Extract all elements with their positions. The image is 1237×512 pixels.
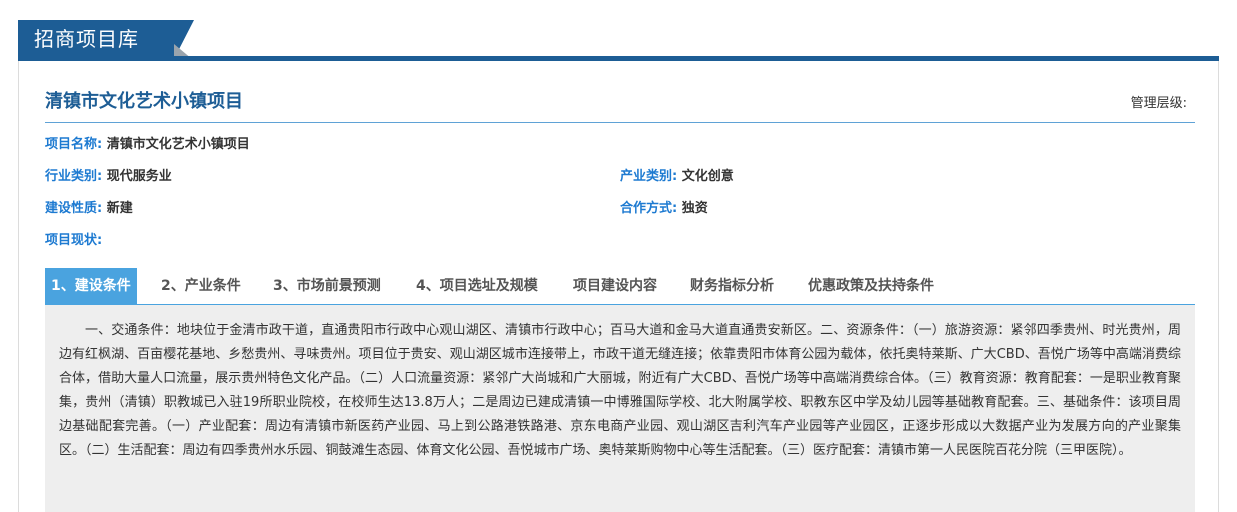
field-value: 现代服务业 xyxy=(106,169,172,184)
construction-conditions-text: 一、交通条件：地块位于金清市政干道，直通贵阳市行政中心观山湖区、清镇市行政中心；… xyxy=(59,323,1181,458)
tab-site-and-scale[interactable]: 4、项目选址及规模 xyxy=(416,268,538,304)
field-industry: 行业类别: 现代服务业 xyxy=(45,168,172,186)
header-title: 招商项目库 xyxy=(18,20,174,59)
tab-content-panel: 一、交通条件：地块位于金清市政干道，直通贵阳市行政中心观山湖区、清镇市行政中心；… xyxy=(45,305,1195,512)
page-title: 清镇市文化艺术小镇项目 xyxy=(45,91,243,112)
field-label: 行业类别: xyxy=(45,169,103,184)
field-product-category: 产业类别: 文化创意 xyxy=(620,168,734,186)
field-label: 项目名称: xyxy=(45,137,103,152)
field-value: 文化创意 xyxy=(681,169,734,184)
title-row: 清镇市文化艺术小镇项目 管理层级: xyxy=(45,89,1195,123)
field-value: 独资 xyxy=(681,201,708,216)
tab-financial-analysis[interactable]: 财务指标分析 xyxy=(690,268,774,304)
tab-industry-conditions[interactable]: 2、产业条件 xyxy=(161,268,241,304)
tab-construction-content[interactable]: 项目建设内容 xyxy=(573,268,657,304)
management-level-label: 管理层级: xyxy=(1130,96,1187,111)
header-bar: 招商项目库 xyxy=(18,0,1219,62)
field-cooperation-mode: 合作方式: 独资 xyxy=(620,200,708,218)
field-value: 清镇市文化艺术小镇项目 xyxy=(106,137,250,152)
field-project-status: 项目现状: xyxy=(45,232,102,250)
tab-construction-conditions[interactable]: 1、建设条件 xyxy=(45,268,137,304)
field-label: 项目现状: xyxy=(45,233,103,248)
field-value: 新建 xyxy=(106,201,133,216)
tab-preferential-policies[interactable]: 优惠政策及扶持条件 xyxy=(808,268,934,304)
field-construction-nature: 建设性质: 新建 xyxy=(45,200,133,218)
field-label: 建设性质: xyxy=(45,201,103,216)
field-project-name: 项目名称: 清镇市文化艺术小镇项目 xyxy=(45,136,250,154)
project-panel: 清镇市文化艺术小镇项目 管理层级: 项目名称: 清镇市文化艺术小镇项目 行业类别… xyxy=(18,61,1219,512)
field-label: 合作方式: xyxy=(620,201,678,216)
section-tabs: 1、建设条件 2、产业条件 3、市场前景预测 4、项目选址及规模 项目建设内容 … xyxy=(45,268,1195,305)
field-label: 产业类别: xyxy=(620,169,678,184)
tab-market-forecast[interactable]: 3、市场前景预测 xyxy=(273,268,381,304)
title-divider xyxy=(45,122,1195,123)
